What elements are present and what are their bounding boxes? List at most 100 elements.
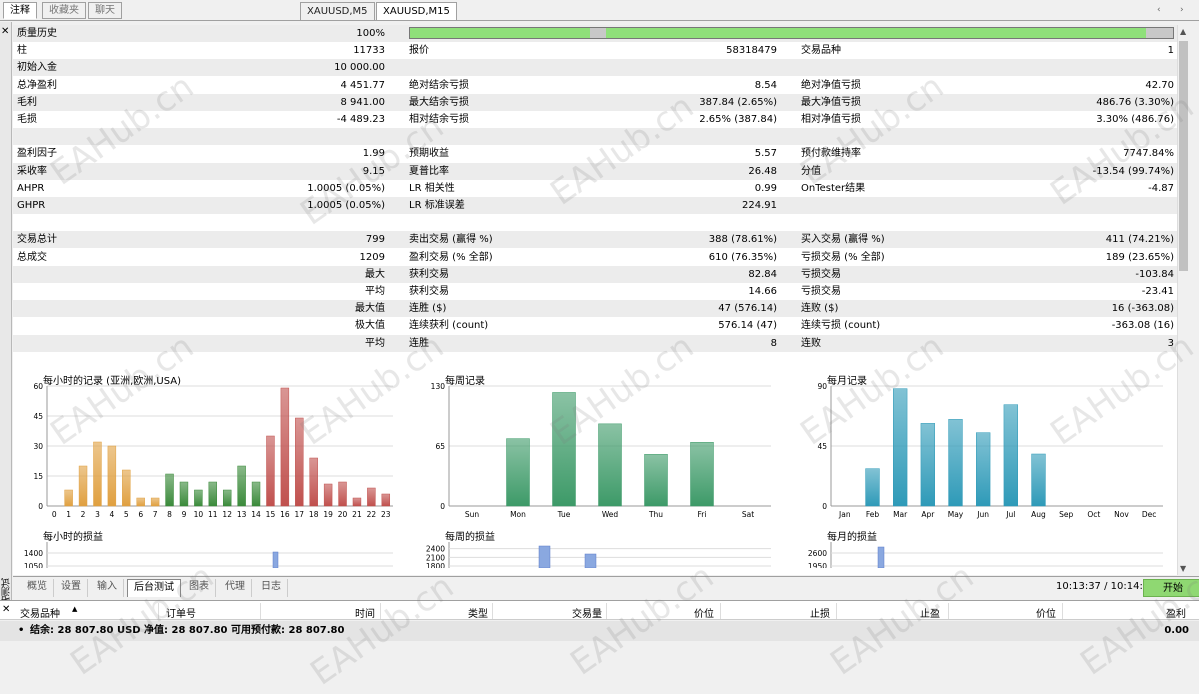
x-tick-label: 20 <box>338 510 348 519</box>
bar <box>690 442 714 507</box>
col-price[interactable]: 价位 <box>694 605 714 620</box>
scroll-right-icon[interactable]: › <box>1180 5 1184 15</box>
metric-label: LR 相关性 <box>409 182 455 194</box>
chart-svg: 0153045600 1 2 3 4 5 6 7 8 9 10 11 12 13 14 15 16 17 18 19 2… <box>33 382 393 519</box>
metric-value: 387.84 (2.65%) <box>699 96 777 108</box>
top-bar: 注释 收藏夹 聊天 XAUUSD,M5 XAUUSD,M15 ‹ › <box>0 0 1199 21</box>
x-tick-label: Fri <box>698 510 707 519</box>
bar <box>584 553 597 569</box>
chart-svg: 0 45 90 Jan Feb Mar Apr May Jun Jul Aug Sep Oct Nov De… <box>817 382 1163 519</box>
tab-backtest[interactable]: 后台测试 <box>127 579 181 597</box>
metric-value: 1.0005 (0.05%) <box>307 200 385 211</box>
x-tick-label: 18 <box>309 510 319 519</box>
bar-chart: 每月记录 0 45 90 Jan Feb Mar Apr May Jun Jul Aug Sep Oct N… <box>801 372 1167 525</box>
metric-label: 盈利因子 <box>17 148 57 160</box>
summary-row: 质量历史 100% <box>13 25 1177 42</box>
y-tick-label: 1950 <box>808 562 827 568</box>
scroll-thumb[interactable] <box>1179 41 1188 271</box>
x-tick-label: Tue <box>557 510 571 519</box>
bar <box>309 457 318 507</box>
summary-row: 平均 获利交易 14.66 亏损交易 -23.41 <box>13 283 1177 300</box>
close-icon[interactable]: ✕ <box>1 26 9 37</box>
tester-side-bar: ✕ 策略测试 <box>0 22 12 614</box>
scroll-up-icon[interactable]: ▲ <box>1180 27 1186 36</box>
metric-label: 最大结余亏损 <box>409 96 469 108</box>
summary-row: 极大值 连续获利 (count) 576.14 (47) 连续亏损 (count) -3… <box>13 317 1177 334</box>
metric-value: 3 <box>1167 337 1174 349</box>
tab-chat[interactable]: 聊天 <box>88 2 122 19</box>
col-volume[interactable]: 交易量 <box>572 605 602 620</box>
summary-row <box>13 214 1177 231</box>
metric-value: 8 <box>770 337 777 349</box>
tab-journal[interactable]: 日志 <box>255 579 288 597</box>
tab-settings[interactable]: 设置 <box>55 579 88 597</box>
metric-value: 7747.84% <box>1123 148 1174 160</box>
metric-label: 总净盈利 <box>17 79 57 91</box>
metric-label: 总成交 <box>17 251 47 263</box>
metric-value: 10 000.00 <box>334 62 385 74</box>
balance-profit: 0.00 <box>1164 625 1189 636</box>
y-tick-label: 2100 <box>426 553 445 562</box>
bar <box>506 438 530 507</box>
metric-label: 毛损 <box>17 114 37 125</box>
y-tick-label: 2600 <box>808 549 827 558</box>
metric-label: 交易品种 <box>801 45 841 57</box>
report-scrollbar[interactable]: ▲ ▼ <box>1177 25 1189 575</box>
x-tick-label: Mon <box>510 510 526 519</box>
bar <box>976 432 991 507</box>
tab-favorites[interactable]: 收藏夹 <box>42 2 86 19</box>
balance-row[interactable]: • 结余: 28 807.80 USD 净值: 28 807.80 可用预付款:… <box>0 621 1199 641</box>
metric-value: 5.57 <box>754 148 777 160</box>
metric-label: 连续亏损 (count) <box>801 320 881 332</box>
tab-graph[interactable]: 图表 <box>183 579 216 597</box>
col-type[interactable]: 类型 <box>468 605 488 620</box>
chart-tab-m5[interactable]: XAUUSD,M5 <box>300 2 375 21</box>
metric-value: 8.54 <box>754 79 777 91</box>
y-tick-label: 1400 <box>24 549 43 558</box>
col-sl[interactable]: 止损 <box>810 605 830 620</box>
bar-chart: 每周记录 0 65 130 Sun Mon Tue Wed Thu Fri Sat <box>409 372 775 525</box>
col-ticket[interactable]: 订单号 <box>166 605 196 620</box>
bar <box>920 423 935 507</box>
tab-comments[interactable]: 注释 <box>3 2 37 19</box>
scroll-left-icon[interactable]: ‹ <box>1157 5 1161 15</box>
y-tick-label: 30 <box>33 442 43 451</box>
summary-row: 最大值 连胜 ($) 47 (576.14) 连败 ($) 16 (-363.08) <box>13 300 1177 318</box>
col-profit[interactable]: 盈利 <box>1166 605 1186 620</box>
metric-label: 夏普比率 <box>409 165 449 177</box>
col-symbol[interactable]: 交易品种 <box>20 605 60 620</box>
metric-label: LR 标准误差 <box>409 200 465 211</box>
col-time[interactable]: 时间 <box>355 605 375 620</box>
metric-label: 预付款维持率 <box>801 148 861 160</box>
metric-label: 连胜 <box>409 337 429 349</box>
tab-inputs[interactable]: 输入 <box>91 579 124 597</box>
scroll-down-icon[interactable]: ▼ <box>1180 564 1186 573</box>
x-tick-label: Feb <box>866 510 880 519</box>
x-tick-label: Mar <box>893 510 908 519</box>
metric-value: 4 451.77 <box>340 79 385 91</box>
summary-row: 平均 连胜 8 连败 3 <box>13 334 1177 352</box>
tab-agents[interactable]: 代理 <box>219 579 252 597</box>
metric-label: 亏损交易 (% 全部) <box>801 251 885 263</box>
bar <box>295 417 304 507</box>
metric-label: 亏损交易 <box>801 268 841 280</box>
start-button[interactable]: 开始 <box>1143 579 1199 597</box>
chart-title: 每小时的记录 (亚洲,欧洲,USA) <box>43 376 182 387</box>
x-tick-label: 12 <box>222 510 232 519</box>
bar <box>272 551 279 569</box>
chart-tab-m15[interactable]: XAUUSD,M15 <box>376 2 457 21</box>
x-tick-label: 0 <box>52 510 57 519</box>
col-price-current[interactable]: 价位 <box>1036 605 1056 620</box>
x-tick-label: Dec <box>1142 510 1157 519</box>
metric-label: 绝对结余亏损 <box>409 79 469 91</box>
metric-value: 1 <box>1167 45 1174 57</box>
chart-svg: 0 65 130 Sun Mon Tue Wed Thu Fri Sat <box>431 382 771 519</box>
col-tp[interactable]: 止盈 <box>920 605 940 620</box>
metric-label: 初始入金 <box>17 62 57 74</box>
bar <box>893 388 908 507</box>
backtest-report: 质量历史 100% 柱 11733 报价 58318479 交易品种 1 初始入金 10 000.… <box>13 25 1177 575</box>
close-icon[interactable]: ✕ <box>2 604 10 615</box>
metric-label: 连续获利 (count) <box>409 320 489 332</box>
metric-value: 610 (76.35%) <box>708 251 777 263</box>
tab-overview[interactable]: 概览 <box>21 579 54 597</box>
